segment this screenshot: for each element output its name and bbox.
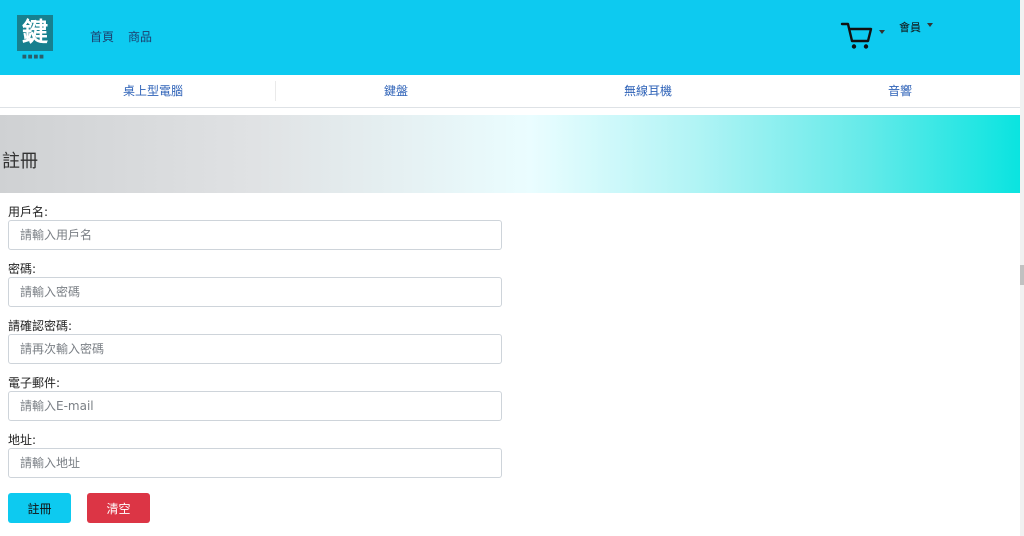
password-input[interactable] <box>8 277 502 307</box>
logo-character: 鍵 <box>21 18 48 48</box>
page-title: 註冊 <box>2 151 38 172</box>
category-keyboard[interactable]: 鍵盤 <box>250 75 542 107</box>
address-input[interactable] <box>8 448 502 478</box>
category-speakers[interactable]: 音響 <box>750 75 1024 107</box>
nav-link-home[interactable]: 首頁 <box>90 28 114 45</box>
username-input[interactable] <box>8 220 502 250</box>
email-input[interactable] <box>8 391 502 421</box>
confirm-password-input[interactable] <box>8 334 502 364</box>
clear-button[interactable]: 清空 <box>87 493 150 523</box>
confirm-password-label: 請確認密碼: <box>8 319 73 333</box>
email-label: 電子郵件: <box>8 376 61 390</box>
password-label: 密碼: <box>8 262 37 276</box>
member-dropdown-caret-icon[interactable] <box>927 23 933 27</box>
logo-subtext: ■■■■ <box>22 54 45 60</box>
shopping-cart-icon[interactable] <box>840 19 874 51</box>
brand-logo[interactable]: 鍵 <box>17 15 53 51</box>
address-label: 地址: <box>8 433 37 447</box>
category-bar: 桌上型電腦 鍵盤 無線耳機 音響 <box>0 75 1020 108</box>
scrollbar-thumb[interactable] <box>1020 265 1024 285</box>
register-button[interactable]: 註冊 <box>8 493 71 523</box>
cart-dropdown-caret-icon[interactable] <box>879 30 885 34</box>
page-banner: 註冊 <box>0 115 1020 193</box>
username-label: 用戶名: <box>8 205 49 219</box>
top-navbar: 鍵 ■■■■ 首頁 商品 會員 <box>0 0 1020 75</box>
member-menu[interactable]: 會員 <box>899 19 921 35</box>
nav-link-products[interactable]: 商品 <box>128 28 152 45</box>
